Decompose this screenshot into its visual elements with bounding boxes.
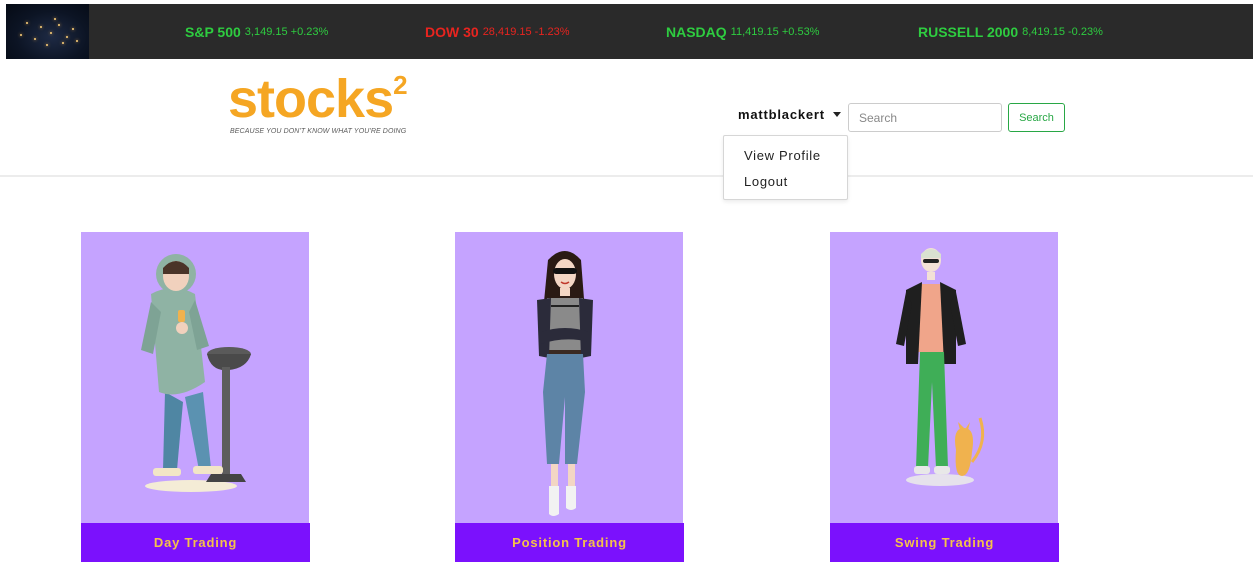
- card-illustration: [455, 232, 683, 523]
- logo-superscript: 2: [393, 70, 408, 100]
- site-logo[interactable]: stocks2 BECAUSE YOU DON'T KNOW WHAT YOU'…: [228, 69, 408, 135]
- user-menu-toggle[interactable]: mattblackert: [738, 107, 841, 122]
- card-footer-button[interactable]: Swing Trading: [830, 523, 1059, 562]
- ticker-name: NASDAQ: [666, 23, 727, 40]
- ticker-russell2000: RUSSELL 2000 8,419.15 -0.23%: [918, 4, 1103, 59]
- username-label: mattblackert: [738, 107, 825, 122]
- card-day-trading[interactable]: Day Trading: [81, 232, 310, 562]
- ticker-values: 3,149.15 +0.23%: [244, 25, 329, 38]
- card-illustration: [830, 232, 1058, 523]
- ticker-dow30: DOW 30 28,419.15 -1.23%: [425, 4, 570, 59]
- ticker-name: S&P 500: [185, 23, 241, 40]
- ticker-name: RUSSELL 2000: [918, 23, 1019, 40]
- search-input[interactable]: [848, 103, 1002, 132]
- ticker-name: DOW 30: [425, 23, 479, 40]
- ticker-sp500: S&P 500 3,149.15 +0.23%: [185, 4, 328, 59]
- logo-wordmark: stocks: [228, 69, 394, 129]
- user-dropdown-menu: View Profile Logout: [723, 135, 848, 200]
- hoodie-person-illustration: [141, 254, 251, 492]
- card-illustration: [81, 232, 309, 523]
- dropdown-item-logout[interactable]: Logout: [724, 173, 847, 199]
- ticker-values: 8,419.15 -0.23%: [1022, 25, 1103, 38]
- card-footer-button[interactable]: Position Trading: [455, 523, 684, 562]
- night-earth-thumbnail: [6, 4, 89, 59]
- card-position-trading[interactable]: Position Trading: [455, 232, 684, 562]
- caret-down-icon: [832, 112, 841, 117]
- header-divider: [0, 175, 1253, 177]
- man-jacket-illustration: [896, 248, 985, 486]
- dropdown-item-view-profile[interactable]: View Profile: [724, 147, 847, 173]
- card-swing-trading[interactable]: Swing Trading: [830, 232, 1059, 562]
- market-ticker-bar: S&P 500 3,149.15 +0.23% DOW 30 28,419.15…: [6, 4, 1253, 59]
- ticker-nasdaq: NASDAQ 11,419.15 +0.53%: [666, 4, 819, 59]
- ticker-values: 28,419.15 -1.23%: [482, 25, 570, 38]
- ticker-values: 11,419.15 +0.53%: [730, 25, 820, 38]
- woman-sunglasses-illustration: [537, 251, 593, 516]
- search-button[interactable]: Search: [1008, 103, 1065, 132]
- logo-tagline: BECAUSE YOU DON'T KNOW WHAT YOU'RE DOING: [230, 128, 407, 135]
- card-footer-button[interactable]: Day Trading: [81, 523, 310, 562]
